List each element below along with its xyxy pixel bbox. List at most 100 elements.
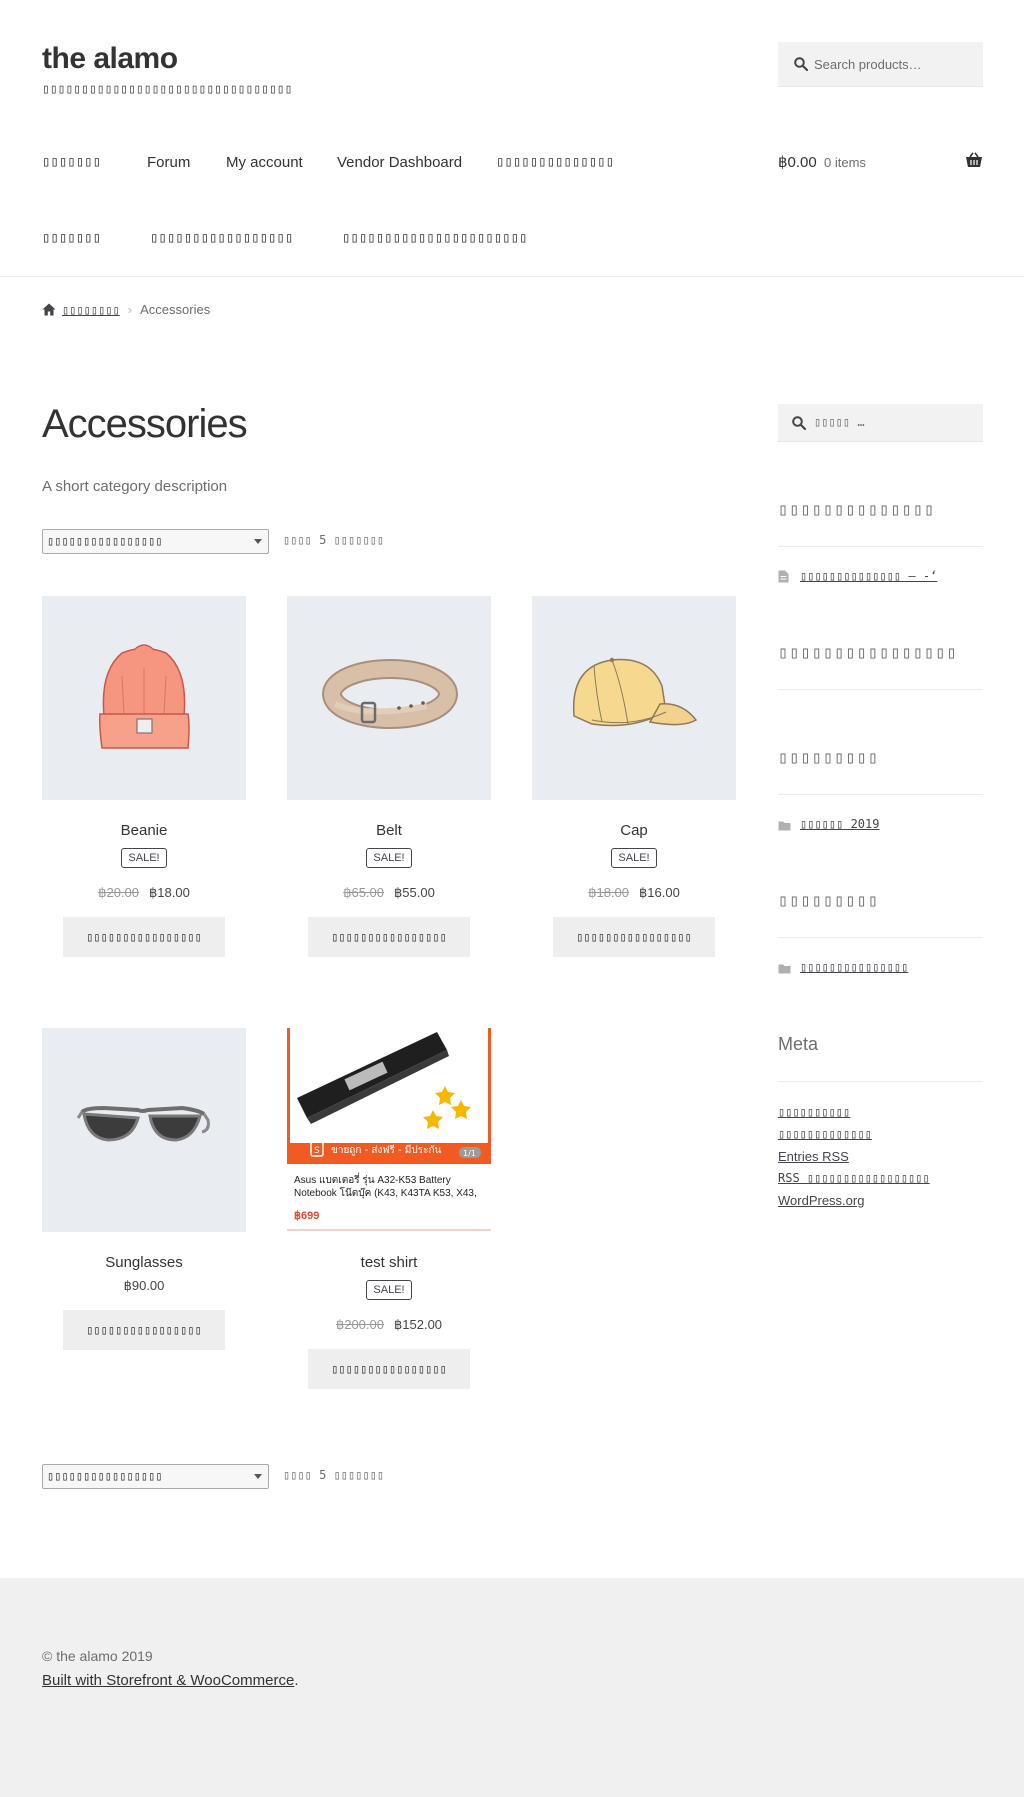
sale-badge: SALE!	[611, 848, 657, 868]
sidebar-search-placeholder[interactable]: ▯▯▯▯▯ …	[814, 415, 865, 429]
cart-amount[interactable]: ฿0.00	[778, 153, 817, 171]
result-count-top: ▯▯▯▯ 5 ▯▯▯▯▯▯▯	[283, 533, 385, 547]
add-to-cart-button[interactable]: ▯▯▯▯▯▯▯▯▯▯▯▯▯▯▯▯	[308, 917, 470, 957]
widget-divider	[778, 546, 983, 547]
product-price: ฿90.00	[42, 1278, 246, 1294]
svg-text:S: S	[314, 1146, 320, 1156]
folder-icon	[778, 818, 791, 831]
add-to-cart-button[interactable]: ▯▯▯▯▯▯▯▯▯▯▯▯▯▯▯▯	[553, 917, 715, 957]
sidebar-search[interactable]: ▯▯▯▯▯ …	[778, 404, 983, 442]
product-card-test-shirt: S ขายถูก - ส่งฟรี - มีประกัน 1/1 Asus แบ…	[287, 1028, 491, 1389]
product-price: ฿200.00 ฿152.00	[287, 1317, 491, 1333]
add-to-cart-button[interactable]: ▯▯▯▯▯▯▯▯▯▯▯▯▯▯▯▯	[63, 1310, 225, 1350]
archives-title: ▯▯▯▯▯▯▯▯▯	[778, 748, 880, 768]
category-description: A short category description	[42, 478, 228, 495]
product-card-belt: Belt SALE! ฿65.00 ฿55.00 ▯▯▯▯▯▯▯▯▯▯▯▯▯▯▯▯	[287, 596, 491, 957]
nav-item-home[interactable]: ▯▯▯▯▯▯▯	[42, 154, 101, 170]
product-name[interactable]: Cap	[532, 822, 736, 839]
meta-link-register[interactable]: ▯▯▯▯▯▯▯▯▯▯	[778, 1105, 850, 1119]
widget-divider	[778, 1081, 983, 1082]
recent-comments-title: ▯▯▯▯▯▯▯▯▯▯▯▯▯▯▯▯	[778, 643, 958, 663]
product-price: ฿18.00 ฿16.00	[532, 885, 736, 901]
nav-item-7[interactable]: ▯▯▯▯▯▯▯▯▯▯▯▯▯▯▯▯▯	[150, 230, 293, 246]
nav-item-my-account[interactable]: My account	[226, 154, 303, 171]
sale-price: ฿55.00	[394, 885, 435, 900]
header-cart[interactable]: ฿0.00 0 items	[778, 150, 983, 174]
orderby-selected: ▯▯▯▯▯▯▯▯▯▯▯▯▯▯▯▯	[47, 1469, 163, 1483]
regular-price: ฿65.00	[343, 885, 384, 900]
battery-ad-title-2: Notebook โน๊ตบุ๊ค (K43, K43TA K53, X43,	[294, 1186, 477, 1199]
widget-divider	[778, 689, 983, 690]
sale-badge: SALE!	[366, 1280, 412, 1300]
breadcrumb-current: Accessories	[140, 302, 211, 317]
product-search-input[interactable]	[814, 42, 979, 87]
battery-ad-price: ฿699	[294, 1210, 319, 1222]
recent-post-link[interactable]: ▯▯▯▯▯▯▯▯▯▯▯▯▯▯ – -‘	[800, 569, 937, 583]
product-card-beanie: Beanie SALE! ฿20.00 ฿18.00 ▯▯▯▯▯▯▯▯▯▯▯▯▯▯…	[42, 596, 246, 957]
nav-item-6[interactable]: ▯▯▯▯▯▯▯	[42, 230, 101, 246]
belt-image[interactable]	[287, 596, 491, 800]
nav-item-5[interactable]: ▯▯▯▯▯▯▯▯▯▯▯▯▯▯	[496, 154, 614, 170]
battery-ad-page: 1/1	[463, 1149, 476, 1158]
nav-item-8[interactable]: ▯▯▯▯▯▯▯▯▯▯▯▯▯▯▯▯▯▯▯▯▯▯	[342, 230, 527, 246]
cap-image[interactable]	[532, 596, 736, 800]
footer-copyright: © the alamo 2019	[42, 1648, 153, 1664]
add-to-cart-button[interactable]: ▯▯▯▯▯▯▯▯▯▯▯▯▯▯▯▯	[308, 1349, 470, 1389]
header-divider	[0, 276, 1024, 277]
chevron-down-icon	[254, 1474, 262, 1479]
nav-item-forum[interactable]: Forum	[147, 154, 190, 171]
basket-icon[interactable]	[965, 152, 983, 168]
add-to-cart-button[interactable]: ▯▯▯▯▯▯▯▯▯▯▯▯▯▯▯▯	[63, 917, 225, 957]
regular-price: ฿18.00	[588, 885, 629, 900]
archive-link[interactable]: ▯▯▯▯▯▯ 2019	[800, 817, 879, 831]
breadcrumb-home-link[interactable]: ▯▯▯▯▯▯▯▯	[62, 303, 120, 317]
product-price-value: ฿90.00	[123, 1278, 165, 1293]
header-search[interactable]	[778, 42, 983, 87]
sale-badge: SALE!	[121, 848, 167, 868]
sunglasses-image[interactable]	[42, 1028, 246, 1232]
sale-price: ฿16.00	[639, 885, 680, 900]
result-count-bottom: ▯▯▯▯ 5 ▯▯▯▯▯▯▯	[283, 1468, 385, 1482]
breadcrumb: ▯▯▯▯▯▯▯▯ › Accessories	[42, 302, 210, 317]
meta-link-wordpress[interactable]: WordPress.org	[778, 1193, 864, 1208]
widget-divider	[778, 794, 983, 795]
widget-divider	[778, 937, 983, 938]
meta-link-comments-rss[interactable]: RSS ▯▯▯▯▯▯▯▯▯▯▯▯▯▯▯▯▯	[778, 1171, 930, 1185]
chevron-down-icon	[254, 539, 262, 544]
home-icon	[42, 303, 56, 316]
product-name[interactable]: Sunglasses	[42, 1254, 246, 1271]
chevron-right-icon: ›	[127, 302, 133, 317]
meta-title: Meta	[778, 1034, 819, 1054]
footer-credit-link[interactable]: Built with Storefront & WooCommerce	[42, 1672, 294, 1689]
orderby-selected: ▯▯▯▯▯▯▯▯▯▯▯▯▯▯▯▯	[47, 534, 163, 548]
product-card-sunglasses: Sunglasses ฿90.00 ▯▯▯▯▯▯▯▯▯▯▯▯▯▯▯▯	[42, 1028, 246, 1350]
document-icon	[778, 570, 791, 583]
battery-ad-banner: ขายถูก - ส่งฟรี - มีประกัน	[331, 1144, 442, 1156]
site-tagline: ▯▯▯▯▯▯▯▯▯▯▯▯▯▯▯▯▯▯▯▯▯▯▯▯▯▯▯▯▯▯▯▯	[42, 82, 293, 97]
search-icon	[792, 416, 807, 431]
search-icon	[794, 57, 810, 73]
product-name[interactable]: Beanie	[42, 822, 246, 839]
folder-icon	[778, 961, 791, 974]
meta-link-entries-rss[interactable]: Entries RSS	[778, 1149, 849, 1164]
orderby-select-bottom[interactable]: ▯▯▯▯▯▯▯▯▯▯▯▯▯▯▯▯	[42, 1464, 269, 1489]
page-title: Accessories	[42, 402, 248, 446]
meta-link-login[interactable]: ▯▯▯▯▯▯▯▯▯▯▯▯▯	[778, 1127, 872, 1141]
beanie-image[interactable]	[42, 596, 246, 800]
product-price: ฿65.00 ฿55.00	[287, 885, 491, 901]
footer-credit-suffix: .	[294, 1672, 299, 1689]
recent-posts-title: ▯▯▯▯▯▯▯▯▯▯▯▯▯▯	[778, 500, 936, 520]
product-price: ฿20.00 ฿18.00	[42, 885, 246, 901]
battery-ad-image[interactable]: S ขายถูก - ส่งฟรี - มีประกัน 1/1 Asus แบ…	[287, 1028, 491, 1232]
sale-badge: SALE!	[366, 848, 412, 868]
product-name[interactable]: test shirt	[287, 1254, 491, 1271]
regular-price: ฿20.00	[98, 885, 139, 900]
category-link[interactable]: ▯▯▯▯▯▯▯▯▯▯▯▯▯▯▯	[800, 960, 908, 974]
regular-price: ฿200.00	[335, 1317, 384, 1332]
nav-item-vendor-dashboard[interactable]: Vendor Dashboard	[337, 154, 462, 171]
orderby-select-top[interactable]: ▯▯▯▯▯▯▯▯▯▯▯▯▯▯▯▯	[42, 529, 269, 554]
site-title[interactable]: the alamo	[42, 42, 178, 76]
product-name[interactable]: Belt	[287, 822, 491, 839]
cart-count[interactable]: 0 items	[824, 155, 866, 170]
sale-price: ฿18.00	[149, 885, 190, 900]
